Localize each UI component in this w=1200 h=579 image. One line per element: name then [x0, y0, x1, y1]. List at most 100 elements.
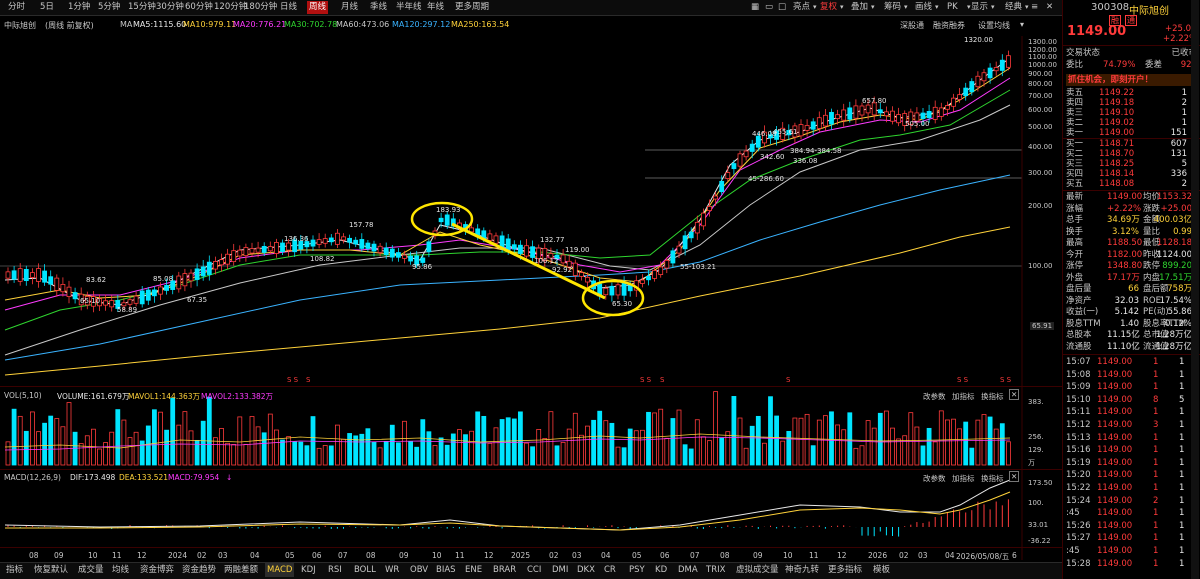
- open-account-promo[interactable]: 抓住机会，即刻开户！: [1066, 74, 1192, 86]
- tick-vol: 1: [1153, 483, 1159, 493]
- indicator-tab[interactable]: MACD: [265, 563, 295, 577]
- indicator-tab[interactable]: RSI: [326, 563, 344, 577]
- indicator-tab[interactable]: 模板: [871, 563, 892, 577]
- price-axis-label: 500.00: [1028, 123, 1053, 131]
- vol-add-indicator[interactable]: 加指标: [952, 391, 975, 402]
- indicator-tab[interactable]: DMI: [550, 563, 570, 577]
- candle-body: [371, 243, 377, 252]
- candle-body: [646, 276, 651, 281]
- volume-bar: [786, 430, 792, 466]
- time-axis-label: 03: [918, 551, 928, 560]
- volume-bar: [328, 445, 334, 466]
- indicator-tab[interactable]: 恢复默认: [32, 563, 70, 577]
- volume-bar: [871, 427, 877, 466]
- panel-scrollbar[interactable]: [1191, 0, 1199, 579]
- volume-bar: [688, 448, 694, 466]
- separator-macd: [0, 469, 1062, 470]
- indicator-tab[interactable]: TRIX: [704, 563, 727, 577]
- vol-value: VOLUME:161.679万: [57, 392, 130, 401]
- time-axis-label: 02: [197, 551, 207, 560]
- indicator-tab[interactable]: 两融差额: [222, 563, 260, 577]
- wei-bi: 74.79%: [1103, 60, 1136, 70]
- stat-value: 3.12%: [1111, 226, 1139, 237]
- indicator-tab[interactable]: CCI: [525, 563, 543, 577]
- tick-price: 1149.00: [1097, 495, 1133, 506]
- volume-bar: [511, 418, 517, 466]
- kline-chart[interactable]: [0, 0, 1062, 579]
- indicator-tab[interactable]: DMA: [676, 563, 700, 577]
- vol-switch-indicator[interactable]: 换指标: [981, 391, 1004, 402]
- vol-edit-params[interactable]: 改参数: [923, 391, 946, 402]
- indicator-tab[interactable]: 更多指标: [826, 563, 864, 577]
- indicator-tab[interactable]: 虚拟成交量: [734, 563, 781, 577]
- volume-bar: [231, 444, 237, 466]
- candle-body: [225, 253, 231, 265]
- candle-body: [139, 290, 145, 305]
- tick-time: 15:26: [1066, 520, 1091, 531]
- price-annotation: 65.30: [612, 300, 633, 308]
- tick-price: 1149.00: [1097, 407, 1133, 418]
- indicator-tab[interactable]: OBV: [408, 563, 430, 577]
- volume-bar: [603, 420, 609, 466]
- time-axis-label: 07: [338, 551, 348, 560]
- indicator-tab[interactable]: 指标: [4, 563, 25, 577]
- volume-bar: [286, 436, 292, 466]
- price-axis-label: 400.00: [1028, 143, 1053, 151]
- indicator-tab[interactable]: PSY: [627, 563, 647, 577]
- macd-close-icon[interactable]: ✕: [1009, 471, 1020, 482]
- candle-body: [389, 248, 395, 258]
- stat-row: 最新 1149.00 均价 1153.32: [1063, 192, 1200, 203]
- indicator-tab[interactable]: 神奇九转: [783, 563, 821, 577]
- tick-time: 15:19: [1066, 457, 1091, 468]
- indicator-tab[interactable]: ENE: [463, 563, 484, 577]
- macd-add-indicator[interactable]: 加指标: [952, 473, 975, 484]
- indicator-tab[interactable]: 资金博弈: [138, 563, 176, 577]
- volume-bar: [963, 421, 969, 466]
- stat-label: 涨跌: [1143, 203, 1161, 214]
- indicator-tab[interactable]: CR: [602, 563, 618, 577]
- volume-bar: [627, 428, 633, 466]
- time-axis-label: 10: [783, 551, 793, 560]
- macd-switch-indicator[interactable]: 换指标: [981, 473, 1004, 484]
- volume-bar: [304, 445, 310, 466]
- candle-body: [865, 104, 871, 114]
- candle-body: [896, 114, 901, 124]
- indicator-tab[interactable]: 均线: [110, 563, 131, 577]
- candle-body: [444, 214, 450, 226]
- tick-time: :45: [1066, 508, 1080, 519]
- indicator-tab[interactable]: DKX: [575, 563, 597, 577]
- volume-bar: [200, 420, 206, 466]
- stat-value: 17.17万: [1107, 272, 1140, 283]
- indicator-tab[interactable]: WR: [383, 563, 401, 577]
- indicator-tab[interactable]: 成交量: [76, 563, 106, 577]
- candle-body: [877, 109, 883, 114]
- indicator-tab[interactable]: BRAR: [491, 563, 518, 577]
- volume-bar: [585, 425, 590, 466]
- candle-body: [938, 107, 944, 117]
- volume-bar: [957, 428, 962, 466]
- stock-code: 300308: [1091, 2, 1130, 13]
- tick-vol: 1: [1153, 533, 1159, 544]
- candle-body: [963, 87, 969, 97]
- indicator-tab[interactable]: BIAS: [434, 563, 458, 577]
- indicator-tab[interactable]: KD: [653, 563, 669, 577]
- price-annotation: 384.94-384.58: [790, 147, 842, 155]
- indicator-tab[interactable]: BOLL: [352, 563, 378, 577]
- indicator-tab[interactable]: KDJ: [299, 563, 318, 577]
- volume-bar: [255, 426, 261, 466]
- wei-cha-label: 委差: [1145, 60, 1163, 70]
- tick-count: 1: [1179, 445, 1185, 456]
- volume-bar: [609, 422, 615, 466]
- indicator-tab[interactable]: 资金趋势: [180, 563, 218, 577]
- tick-row: 15:16 1149.00 1 1: [1063, 445, 1200, 456]
- stat-row: 涨停 1348.80 跌停 899.20: [1063, 261, 1200, 272]
- vol-close-icon[interactable]: ✕: [1009, 389, 1020, 400]
- stat-row: 股息TTM 1.40 股息率TTM 0.12%: [1063, 319, 1200, 330]
- price-annotation: 342.60: [760, 153, 785, 161]
- volume-bar: [762, 442, 767, 466]
- stat-label: 跌停: [1143, 261, 1161, 271]
- candle-body: [316, 239, 322, 245]
- macd-edit-params[interactable]: 改参数: [923, 473, 946, 484]
- macd-value: DEA:133.521: [119, 473, 169, 482]
- volume-bar: [481, 415, 487, 466]
